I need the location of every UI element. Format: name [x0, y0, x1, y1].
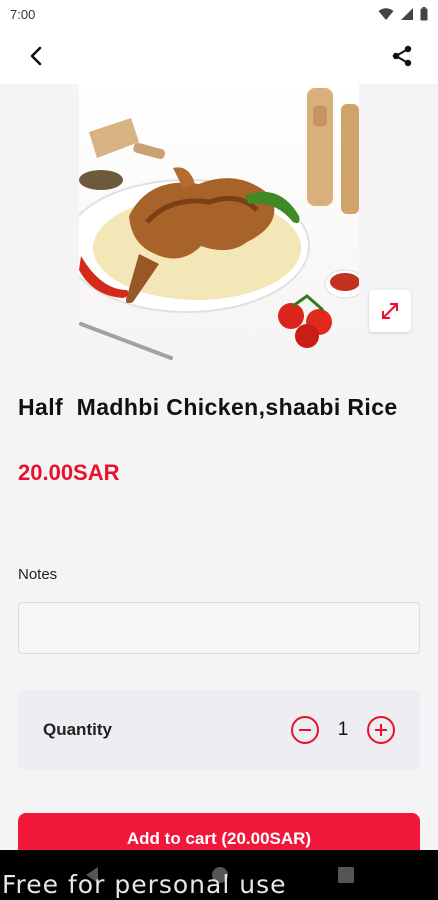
- product-price: 20.00SAR: [18, 460, 120, 485]
- back-button[interactable]: [22, 42, 50, 70]
- add-to-cart-button[interactable]: Add to cart (20.00SAR): [18, 813, 420, 850]
- watermark: Free for personal use: [2, 870, 287, 899]
- signal-icon: [401, 8, 413, 20]
- food-photo: [79, 88, 359, 360]
- product-detail: Half Madhbi Chicken,shaabi Rice 20.00SAR…: [0, 84, 438, 850]
- product-image[interactable]: [79, 84, 359, 366]
- quantity-stepper: 1: [290, 715, 396, 745]
- expand-icon: [382, 303, 398, 319]
- minus-circle-icon[interactable]: [290, 715, 320, 745]
- share-icon: [392, 45, 412, 67]
- quantity-label: Quantity: [43, 720, 112, 739]
- share-button[interactable]: [388, 42, 416, 70]
- quantity-card: Quantity 1: [18, 690, 420, 770]
- notes-input[interactable]: [18, 602, 420, 654]
- wifi-icon: [378, 8, 394, 20]
- battery-icon: [420, 7, 428, 21]
- status-icons: [378, 7, 428, 21]
- app-bar: [0, 28, 438, 84]
- quantity-value: 1: [337, 719, 349, 740]
- chevron-left-icon: [30, 46, 42, 66]
- expand-image-button[interactable]: [369, 290, 411, 332]
- status-time: 7:00: [10, 6, 36, 22]
- plus-circle-icon[interactable]: [366, 715, 396, 745]
- status-bar: 7:00: [0, 0, 438, 28]
- product-title: Half Madhbi Chicken,shaabi Rice: [18, 394, 398, 420]
- notes-label: Notes: [18, 566, 58, 583]
- nav-recents-icon[interactable]: [338, 867, 354, 883]
